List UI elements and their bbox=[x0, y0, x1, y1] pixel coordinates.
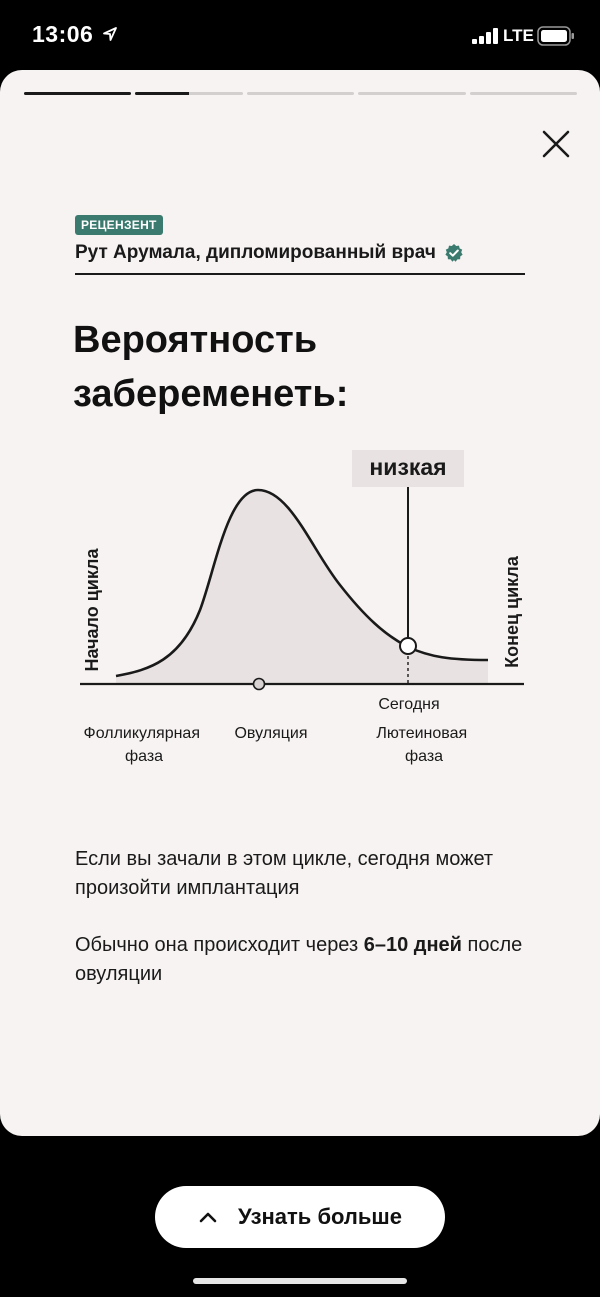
network-label: LTE bbox=[503, 26, 534, 45]
info-paragraph-2: Обычно она происходит через 6–10 дней по… bbox=[75, 931, 545, 989]
location-arrow-icon bbox=[103, 27, 117, 41]
reviewer-row[interactable]: Рут Арумала, дипломированный врач bbox=[75, 242, 525, 275]
chevron-up-icon bbox=[199, 1212, 217, 1223]
chart-line bbox=[115, 488, 489, 678]
today-label: Сегодня bbox=[378, 696, 439, 713]
reviewer-name[interactable]: Рут Арумала, дипломированный врач bbox=[75, 242, 436, 264]
marker-label-bg bbox=[352, 450, 464, 487]
x-label-follicular-line-2: фаза bbox=[125, 748, 163, 765]
x-label-follicular: Фолликулярная фаза bbox=[84, 725, 205, 765]
progress-fill bbox=[24, 92, 132, 95]
learn-more-button[interactable]: Узнать больше bbox=[155, 1186, 445, 1248]
y-label-left: Начало цикла bbox=[82, 548, 102, 672]
x-label-ovulation: Овуляция bbox=[234, 725, 307, 742]
x-label-luteal: Лютеиновая фаза bbox=[376, 725, 471, 765]
battery-icon bbox=[537, 26, 574, 46]
info-paragraph-2-prefix: Обычно она происходит через bbox=[75, 934, 364, 956]
progress-segment bbox=[358, 92, 466, 95]
x-label-ovulation-line-1: Овуляция bbox=[234, 725, 307, 742]
home-indicator[interactable] bbox=[193, 1278, 407, 1284]
progress-segment bbox=[135, 92, 243, 95]
x-label-follicular-line-1: Фолликулярная bbox=[84, 725, 200, 742]
info-paragraph-1: Если вы зачали в этом цикле, сегодня мож… bbox=[75, 848, 494, 899]
progress-segment bbox=[469, 92, 578, 95]
learn-more-label[interactable]: Узнать больше bbox=[238, 1204, 402, 1230]
marker-label: низкая bbox=[369, 454, 446, 480]
today-point bbox=[399, 637, 417, 655]
info-paragraph-2-bold: 6–10 дней bbox=[363, 934, 462, 956]
reviewer-block: РЕЦЕНЗЕНТ Рут Арумала, дипломированный в… bbox=[75, 215, 525, 275]
x-label-luteal-line-2: фаза bbox=[405, 748, 443, 765]
story-sheet: РЕЦЕНЗЕНТ Рут Арумала, дипломированный в… bbox=[0, 70, 600, 1136]
signal-icon bbox=[472, 28, 498, 44]
ovulation-point bbox=[252, 677, 266, 691]
progress-segment bbox=[24, 92, 132, 95]
x-label-luteal-line-1: Лютеиновая bbox=[376, 725, 467, 742]
verified-check-icon bbox=[445, 244, 463, 262]
close-icon[interactable] bbox=[534, 122, 578, 166]
status-time: 13:06 bbox=[32, 21, 94, 47]
progress-fill bbox=[135, 92, 190, 95]
y-label-right: Конец цикла bbox=[502, 555, 522, 668]
story-progress bbox=[24, 92, 578, 96]
page-title: Вероятность забеременеть: bbox=[73, 319, 349, 415]
chart-area bbox=[116, 490, 488, 684]
reviewer-badge: РЕЦЕНЗЕНТ bbox=[75, 215, 163, 235]
status-bar: 13:06 LTE bbox=[0, 0, 600, 70]
progress-segment bbox=[246, 92, 355, 95]
